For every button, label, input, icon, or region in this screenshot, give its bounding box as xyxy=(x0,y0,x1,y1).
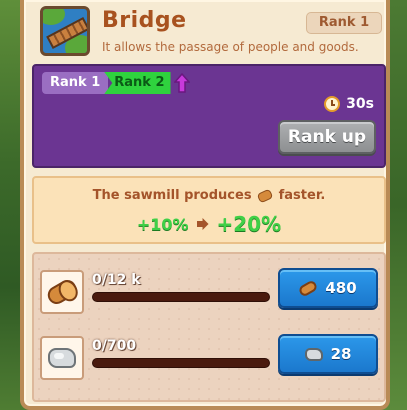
panel-header: Bridge It allows the passage of people a… xyxy=(36,4,382,62)
wood-count: 0/12 k xyxy=(92,272,141,288)
current-rank-tag: Rank 1 xyxy=(42,72,109,94)
bonus-comparison: +10% +20% xyxy=(34,212,384,236)
resource-row-wood: 0/12 k 480 xyxy=(40,268,380,320)
upgrade-timer: 30s xyxy=(324,96,374,112)
effect-text-after: faster. xyxy=(278,188,326,203)
effect-description: The sawmill produces faster. xyxy=(34,188,384,203)
stone-slot xyxy=(40,336,84,380)
building-upgrade-panel: Bridge It allows the passage of people a… xyxy=(20,0,390,410)
arrow-right-icon xyxy=(196,218,209,230)
wood-progress-bar xyxy=(92,292,270,302)
stone-cost: 28 xyxy=(330,345,352,363)
rank-badge: Rank 1 xyxy=(306,12,382,34)
rank-up-box: Rank 1 Rank 2 30s Rank up xyxy=(32,64,386,168)
stone-progress-bar xyxy=(92,358,270,368)
buy-wood-button[interactable]: 480 xyxy=(278,268,378,308)
resource-requirements: 0/12 k 480 0/700 28 xyxy=(32,252,386,402)
effect-text-before: The sawmill produces xyxy=(92,188,252,203)
stone-count: 0/700 xyxy=(92,338,137,354)
up-arrow-icon xyxy=(173,72,191,94)
log-icon xyxy=(44,276,80,308)
next-bonus: +20% xyxy=(216,212,282,236)
timer-text: 30s xyxy=(346,96,374,112)
upgrade-effect-box: The sawmill produces faster. +10% +20% xyxy=(32,176,386,244)
bridge-image xyxy=(40,6,90,56)
building-description: It allows the passage of people and good… xyxy=(102,40,359,54)
buy-stone-button[interactable]: 28 xyxy=(278,334,378,374)
log-icon xyxy=(297,278,319,298)
clock-icon xyxy=(324,96,341,112)
stone-icon xyxy=(304,347,323,361)
next-rank-tag: Rank 2 xyxy=(104,72,171,94)
current-bonus: +10% xyxy=(136,214,189,234)
building-title: Bridge xyxy=(102,8,187,33)
rank-progression: Rank 1 Rank 2 xyxy=(42,72,191,94)
log-icon xyxy=(256,188,274,203)
stone-icon xyxy=(48,348,76,368)
wood-slot xyxy=(40,270,84,314)
wood-cost: 480 xyxy=(325,279,357,297)
resource-row-stone: 0/700 28 xyxy=(40,334,380,386)
rank-up-button[interactable]: Rank up xyxy=(278,120,376,154)
